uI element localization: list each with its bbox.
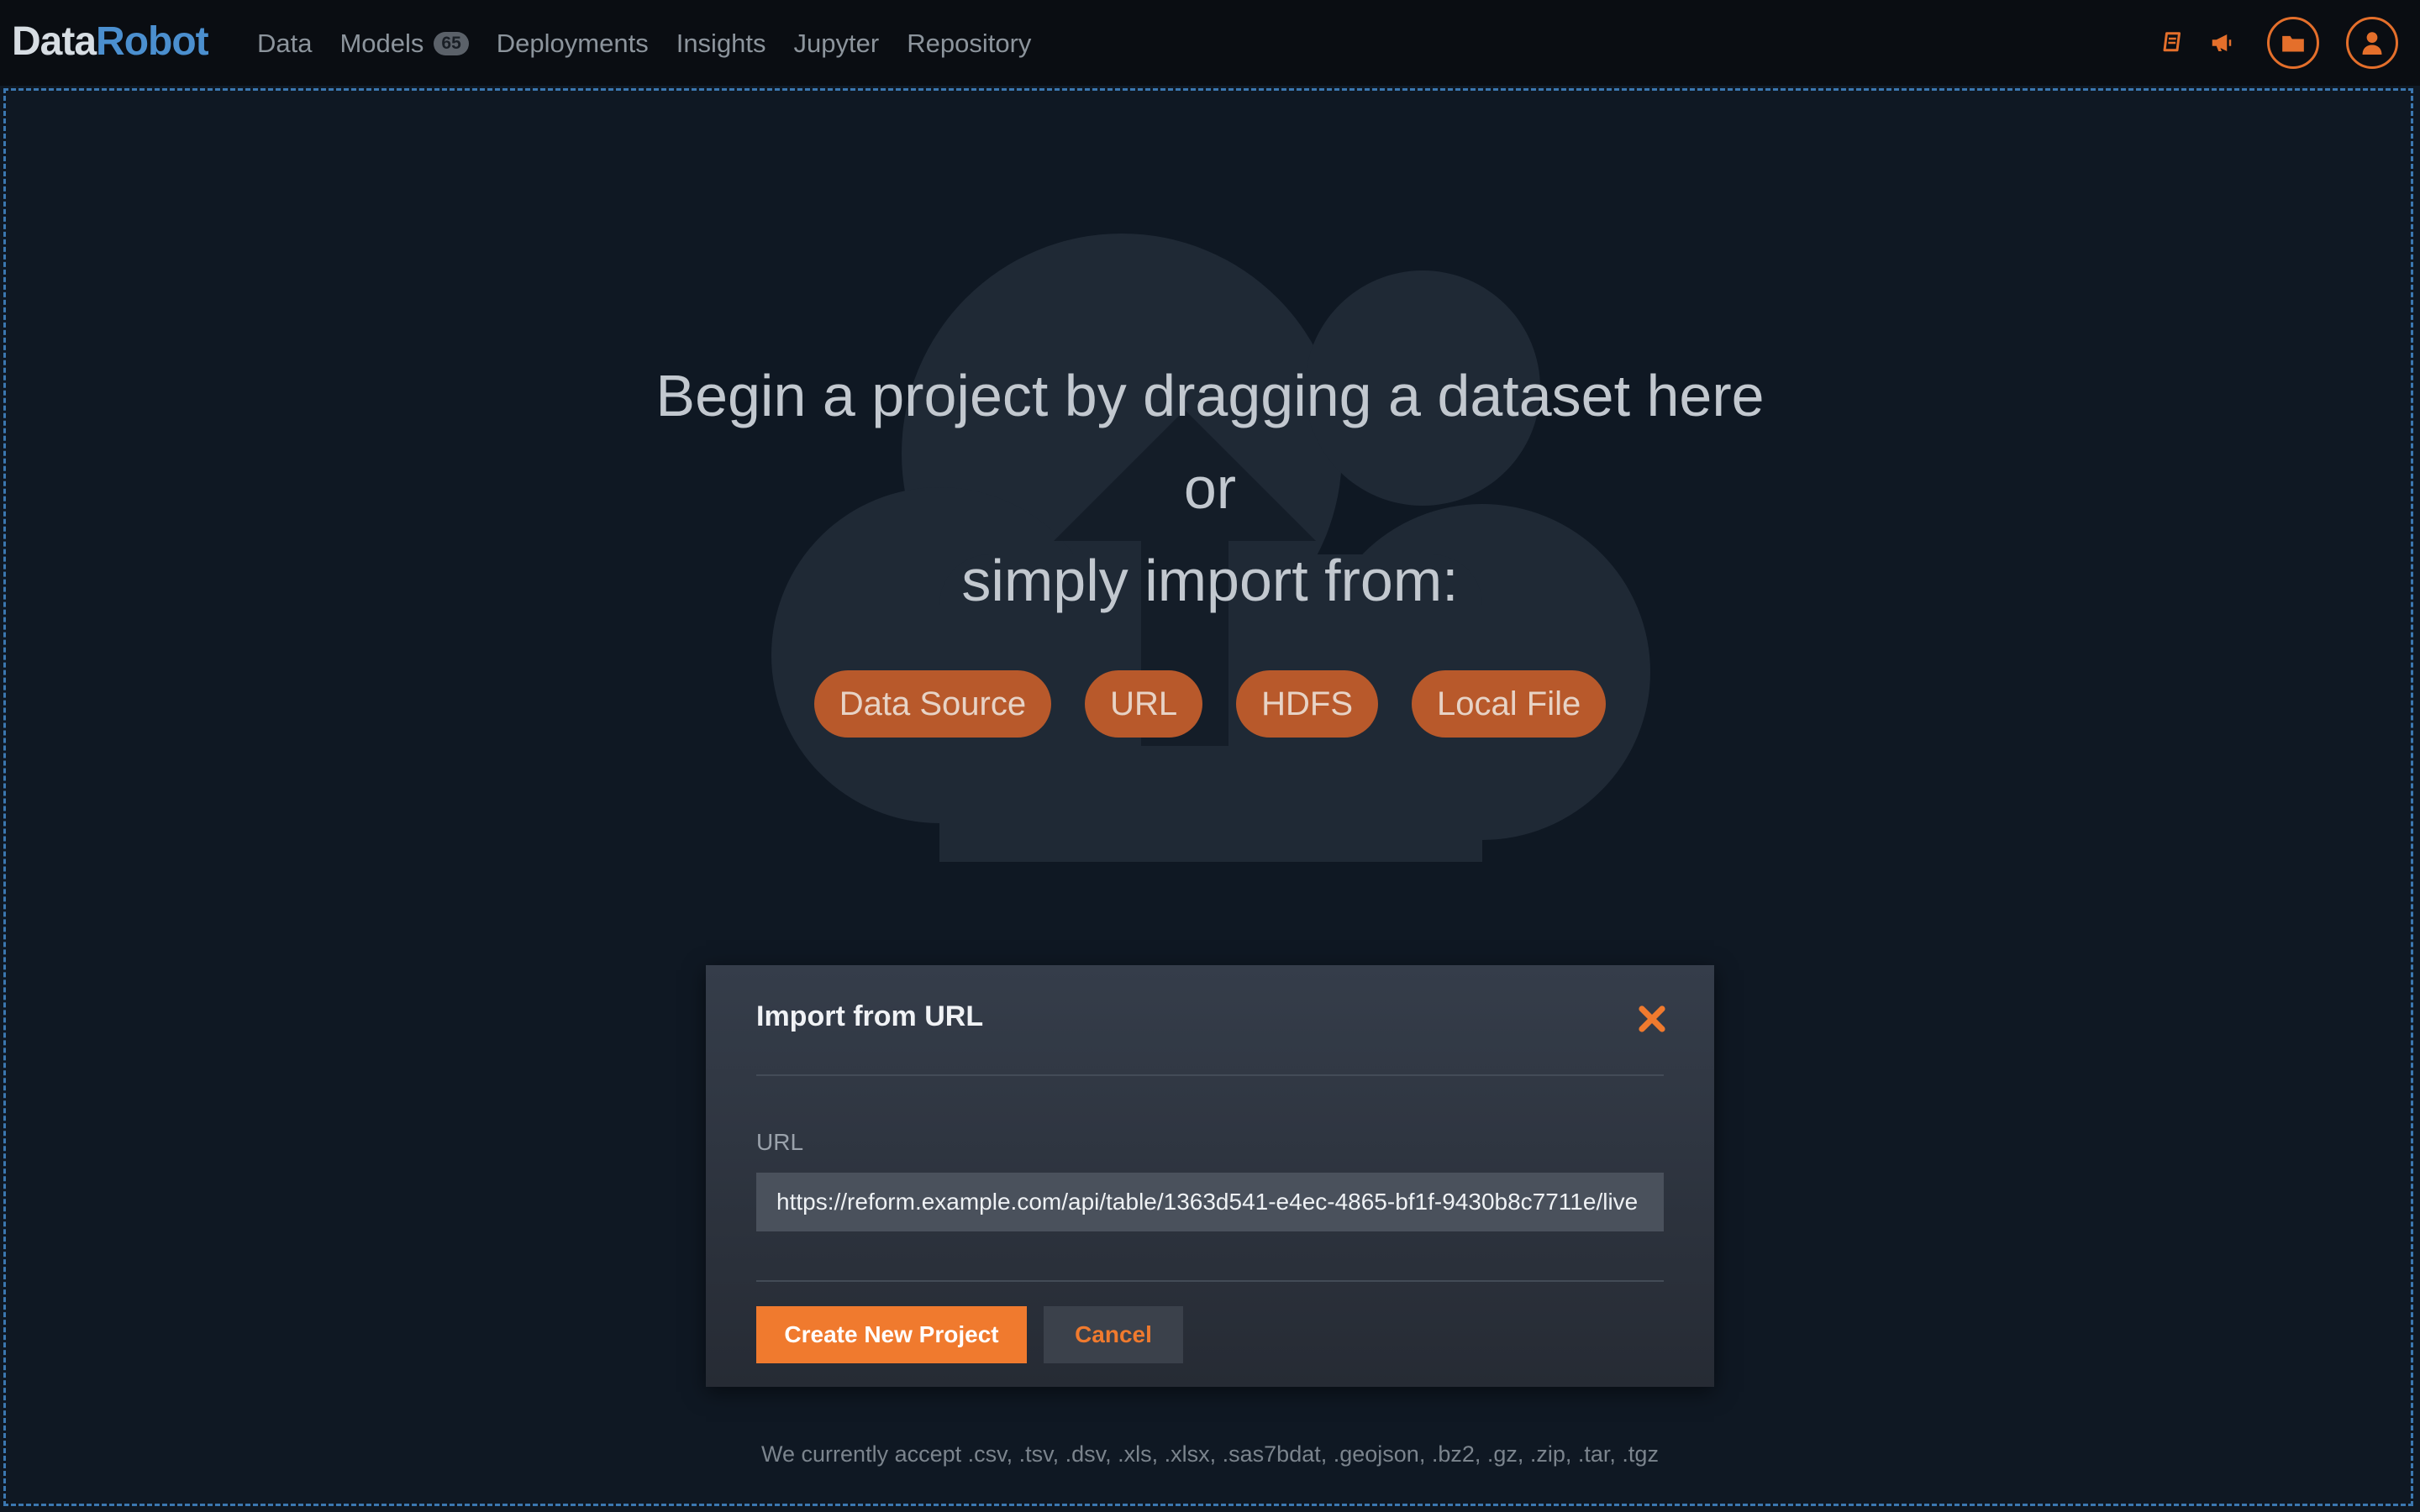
- nav-item-repository[interactable]: Repository: [907, 29, 1031, 59]
- nav-item-label: Repository: [907, 29, 1032, 58]
- close-icon[interactable]: [1635, 1002, 1669, 1036]
- nav-item-models[interactable]: Models 65: [339, 29, 469, 59]
- cancel-button[interactable]: Cancel: [1044, 1306, 1183, 1363]
- datarobot-logo[interactable]: DataRobot: [12, 17, 209, 67]
- create-new-project-button[interactable]: Create New Project: [756, 1306, 1027, 1363]
- nav-item-jupyter[interactable]: Jupyter: [794, 29, 880, 59]
- dialog-title: Import from URL: [756, 1000, 984, 1032]
- data-source-button[interactable]: Data Source: [813, 670, 1052, 738]
- logo-text-data: Data: [12, 19, 97, 64]
- folder-icon[interactable]: [2267, 17, 2319, 69]
- models-count-badge: 65: [434, 32, 469, 55]
- megaphone-icon[interactable]: [2203, 24, 2240, 61]
- top-right-actions: [2143, 14, 2398, 71]
- dialog-divider: [756, 1280, 1664, 1282]
- nav-item-label: Jupyter: [793, 29, 880, 58]
- dialog-divider: [756, 1074, 1664, 1076]
- nav-item-label: Deployments: [496, 29, 649, 58]
- user-icon[interactable]: [2346, 17, 2398, 69]
- url-input[interactable]: [756, 1173, 1664, 1231]
- accepted-formats-text: We currently accept .csv, .tsv, .dsv, .x…: [761, 1441, 1659, 1467]
- book-icon[interactable]: [2154, 24, 2191, 61]
- dropzone-import-text: simply import from:: [961, 548, 1459, 613]
- url-field-label: URL: [756, 1129, 804, 1155]
- nav-item-label: Insights: [676, 29, 766, 58]
- nav-item-label: Models: [339, 29, 424, 58]
- import-from-url-dialog: Import from URL URL Create New Project C…: [706, 965, 1714, 1387]
- nav-item-deployments[interactable]: Deployments: [497, 29, 649, 59]
- nav-item-insights[interactable]: Insights: [676, 29, 766, 59]
- main-nav: Data Models 65 Deployments Insights Jupyt…: [257, 25, 1059, 62]
- import-source-buttons: Data Source URL HDFS Local File: [0, 670, 2420, 738]
- top-navigation-bar: DataRobot Data Models 65 Deployments Insi…: [0, 0, 2420, 86]
- nav-item-label: Data: [257, 29, 313, 58]
- logo-text-robot: Robot: [96, 19, 209, 64]
- nav-item-data[interactable]: Data: [257, 29, 312, 59]
- hdfs-button[interactable]: HDFS: [1236, 670, 1379, 738]
- local-file-button[interactable]: Local File: [1412, 670, 1607, 738]
- dropzone-headline: Begin a project by dragging a dataset he…: [655, 363, 1765, 428]
- dropzone-or-text: or: [1183, 455, 1237, 521]
- url-button[interactable]: URL: [1085, 670, 1203, 738]
